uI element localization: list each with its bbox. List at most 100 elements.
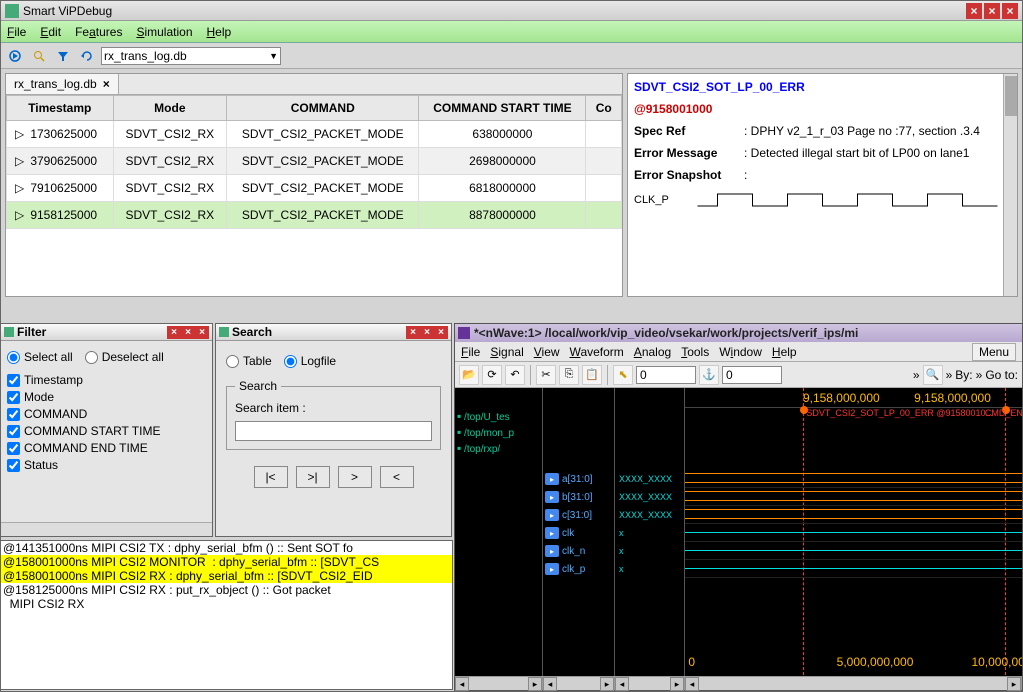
filter-checkbox[interactable]: COMMAND START TIME (7, 424, 206, 438)
time-field-2[interactable] (722, 366, 782, 384)
nwave-menu-analog[interactable]: Analog (634, 345, 671, 359)
search-icon[interactable] (29, 46, 49, 66)
paste-icon[interactable]: 📋 (582, 365, 602, 385)
search-nav-button[interactable]: |< (254, 466, 288, 488)
filter-icon[interactable] (53, 46, 73, 66)
by-label: By: (955, 368, 972, 382)
expand-icon[interactable]: ▷ (15, 154, 23, 168)
cursor-icon[interactable]: ⬉ (613, 365, 633, 385)
close-button[interactable]: × (966, 3, 982, 19)
signal-item[interactable]: ▸b[31:0] (543, 488, 614, 506)
signal-value: x (615, 560, 684, 578)
log-window[interactable]: @141351000ns MIPI CSI2 TX : dphy_serial_… (0, 540, 453, 690)
nwave-menu-button[interactable]: Menu (972, 343, 1016, 361)
menu-edit[interactable]: Edit (40, 25, 61, 39)
time-field-1[interactable] (636, 366, 696, 384)
refresh-icon[interactable] (77, 46, 97, 66)
filter-hscrollbar[interactable] (1, 522, 212, 536)
menu-help[interactable]: Help (207, 25, 232, 39)
nwave-menu-view[interactable]: View (534, 345, 560, 359)
filter-window: Filter × × × Select all Deselect all Tim… (0, 323, 213, 537)
log-line: @158001000ns MIPI CSI2 MONITOR : dphy_se… (1, 555, 452, 569)
tab-rx-trans-log[interactable]: rx_trans_log.db × (6, 74, 119, 94)
search-logfile-radio[interactable]: Logfile (284, 354, 336, 368)
filter-close-3[interactable]: × (195, 326, 209, 339)
main-toolbar: rx_trans_log.db ▼ (1, 43, 1022, 69)
close-button-2[interactable]: × (984, 3, 1000, 19)
nwave-menu-help[interactable]: Help (772, 345, 797, 359)
clk-p-label: CLK_P (634, 194, 684, 206)
search-table-radio[interactable]: Table (226, 354, 272, 368)
search-nav-button[interactable]: > (338, 466, 372, 488)
col-co[interactable]: Co (586, 96, 622, 121)
table-row[interactable]: ▷ 1730625000SDVT_CSI2_RXSDVT_CSI2_PACKET… (7, 121, 622, 148)
chevron-down-icon[interactable]: ▼ (269, 51, 278, 61)
error-msg-label: Error Message (634, 146, 744, 160)
tree-item[interactable]: ▪ /top/U_tes (455, 408, 542, 424)
expand-icon[interactable]: ▷ (15, 127, 23, 141)
signal-list[interactable]: ▸a[31:0]▸b[31:0]▸c[31:0]▸clk▸clk_n▸clk_p (543, 388, 615, 685)
search-close-2[interactable]: × (420, 326, 434, 339)
search-nav-button[interactable]: >| (296, 466, 330, 488)
signal-icon: ▸ (545, 563, 559, 575)
filter-close-1[interactable]: × (167, 326, 181, 339)
filter-checkbox[interactable]: Timestamp (7, 373, 206, 387)
waveform-area[interactable]: 9,158,000,000 9,158,000,000 SDVT_CSI2_SO… (685, 388, 1022, 685)
col-mode[interactable]: Mode (113, 96, 227, 121)
filter-checkbox[interactable]: Status (7, 458, 206, 472)
table-row[interactable]: ▷ 7910625000SDVT_CSI2_RXSDVT_CSI2_PACKET… (7, 175, 622, 202)
nwave-menu-waveform[interactable]: Waveform (570, 345, 624, 359)
menu-file[interactable]: File (7, 25, 26, 39)
tree-item[interactable]: ▪ /top/rxp/ (455, 440, 542, 456)
search-close-1[interactable]: × (406, 326, 420, 339)
filter-checkbox[interactable]: Mode (7, 390, 206, 404)
nwave-menu-file[interactable]: File (461, 345, 480, 359)
expand-icon[interactable]: ▷ (15, 208, 23, 222)
deselect-all-radio[interactable]: Deselect all (85, 350, 164, 364)
expand-icon[interactable]: ▷ (15, 181, 23, 195)
signal-item[interactable]: ▸a[31:0] (543, 470, 614, 488)
reload-icon[interactable]: ⟳ (482, 365, 502, 385)
nwave-menu-signal[interactable]: Signal (490, 345, 523, 359)
filter-checkbox[interactable]: COMMAND (7, 407, 206, 421)
anchor-icon[interactable]: ⚓ (699, 365, 719, 385)
close-button-3[interactable]: × (1002, 3, 1018, 19)
tree-item[interactable]: ▪ /top/mon_p (455, 424, 542, 440)
col-command[interactable]: COMMAND (227, 96, 419, 121)
table-row[interactable]: ▷ 3790625000SDVT_CSI2_RXSDVT_CSI2_PACKET… (7, 148, 622, 175)
zoom-icon[interactable]: 🔍 (923, 365, 943, 385)
col-timestamp[interactable]: Timestamp (7, 96, 114, 121)
filter-window-icon (4, 327, 14, 337)
nwave-toolbar: 📂 ⟳ ↶ ✂ ⎘ 📋 ⬉ ⚓ » 🔍 » By: » Go to: (455, 362, 1022, 388)
close-icon[interactable]: × (103, 77, 110, 91)
signal-tree[interactable]: ▪ /top/U_tes▪ /top/mon_p▪ /top/rxp/ (455, 388, 543, 685)
col-start-time[interactable]: COMMAND START TIME (419, 96, 586, 121)
table-row[interactable]: ▷ 9158125000SDVT_CSI2_RXSDVT_CSI2_PACKET… (7, 202, 622, 229)
play-icon[interactable] (5, 46, 25, 66)
filter-checkbox[interactable]: COMMAND END TIME (7, 441, 206, 455)
copy-icon[interactable]: ⎘ (559, 365, 579, 385)
nwave-menu-tools[interactable]: Tools (681, 345, 709, 359)
log-line: @158125000ns MIPI CSI2 RX : put_rx_objec… (1, 583, 452, 597)
detail-scrollbar[interactable] (1003, 74, 1017, 296)
search-nav-button[interactable]: < (380, 466, 414, 488)
search-close-3[interactable]: × (434, 326, 448, 339)
menu-features[interactable]: Features (75, 25, 122, 39)
signal-item[interactable]: ▸c[31:0] (543, 506, 614, 524)
transaction-table-panel: rx_trans_log.db × Timestamp Mode COMMAND… (5, 73, 623, 297)
signal-item[interactable]: ▸clk_n (543, 542, 614, 560)
signal-item[interactable]: ▸clk_p (543, 560, 614, 578)
db-combo[interactable]: rx_trans_log.db ▼ (101, 47, 281, 65)
folder-open-icon[interactable]: 📂 (459, 365, 479, 385)
signal-item[interactable]: ▸clk (543, 524, 614, 542)
signal-value: x (615, 524, 684, 542)
filter-close-2[interactable]: × (181, 326, 195, 339)
search-input[interactable] (235, 421, 432, 441)
menu-simulation[interactable]: Simulation (136, 25, 192, 39)
signal-icon: ▸ (545, 527, 559, 539)
undo-icon[interactable]: ↶ (505, 365, 525, 385)
cut-icon[interactable]: ✂ (536, 365, 556, 385)
select-all-radio[interactable]: Select all (7, 350, 73, 364)
nwave-menu-window[interactable]: Window (719, 345, 762, 359)
nwave-hscrollbar[interactable]: ◂▸ ◂▸ ◂▸ ◂▸ (455, 676, 1022, 690)
